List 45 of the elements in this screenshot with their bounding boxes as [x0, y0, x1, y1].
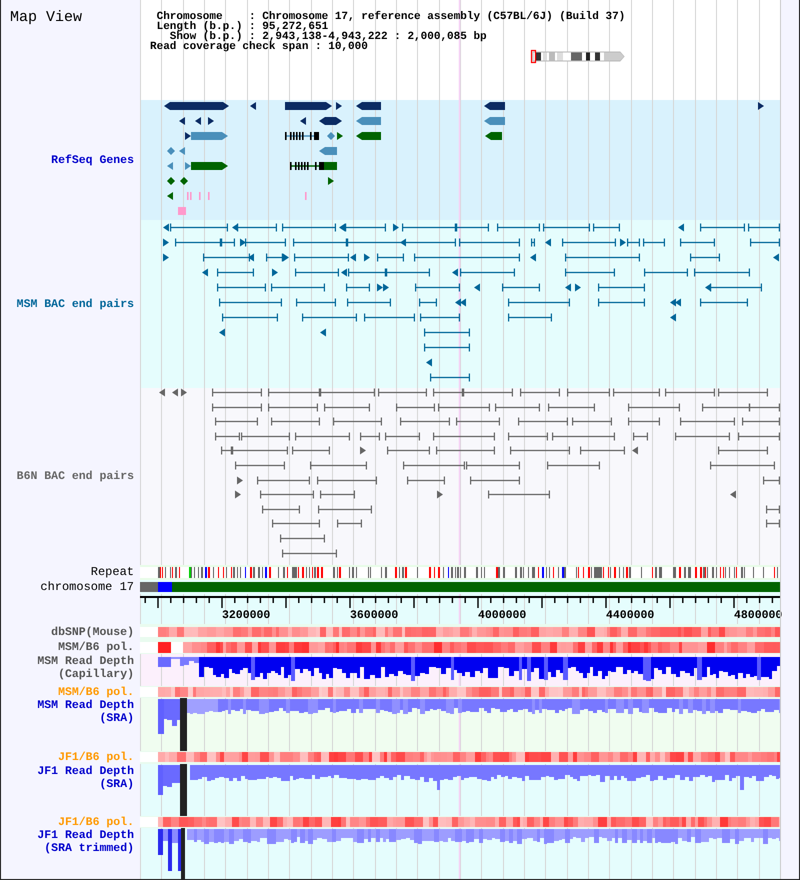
track-label: RefSeq Genes: [51, 154, 134, 166]
gene-glyph: [356, 102, 381, 110]
axis-label: 4000000: [478, 609, 526, 622]
gene-glyph: [484, 102, 505, 110]
track-label: B6N BAC end pairs: [16, 470, 134, 483]
chromosome-band: [571, 52, 582, 60]
region-marker: [530, 50, 536, 64]
track-label: chromosome 17: [40, 580, 134, 594]
track-label: JF1 Read Depth (SRA trimmed): [37, 829, 134, 855]
track-label: MSM BAC end pairs: [16, 298, 134, 310]
column-marker: [180, 698, 187, 751]
track-label: JF1/B6 pol.: [58, 816, 134, 828]
summary-line: Read coverage check span : 10,000: [150, 42, 369, 52]
gene-glyph: [484, 117, 505, 125]
gene-glyph: [356, 117, 381, 125]
axis-label: 3200000: [222, 609, 270, 622]
track-label: JF1/B6 pol.: [58, 751, 134, 764]
page-title: Map View: [10, 9, 82, 26]
gene-glyph: [285, 132, 319, 140]
summary-line: Length (b.p.) : 95,272,651: [156, 22, 328, 32]
track-label: MSM Read Depth (Capillary): [37, 655, 134, 681]
gene-glyph: [319, 147, 337, 155]
gene-glyph: [758, 102, 764, 110]
gene-glyph: [300, 117, 306, 125]
track-label: MSM Read Depth (SRA): [37, 699, 134, 725]
track-label: MSM/B6 pol.: [58, 686, 134, 698]
gene-glyph: [285, 102, 332, 110]
track-label: MSM/B6 pol.: [58, 640, 134, 654]
gene-glyph: [164, 102, 229, 110]
gene-glyph: [328, 177, 334, 185]
gene-glyph: [356, 132, 381, 140]
summary-line: Show (b.p.) : 2,943,138-4,943,222 : 2,000,085 bp: [170, 32, 488, 42]
axis-label: 4800000: [734, 609, 782, 622]
track-label: Repeat: [90, 566, 134, 579]
summary-line: Chromosome : Chromosome 17, reference assembly (C57BL/6J) (Build 37): [156, 12, 626, 22]
gene-glyph: [319, 117, 342, 125]
gene-glyph: [250, 102, 256, 110]
gene-glyph: [336, 102, 342, 110]
axis-label: 4400000: [606, 609, 654, 622]
gene-glyph: [290, 162, 337, 170]
axis-label: 3600000: [350, 609, 398, 622]
track-label: dbSNP(Mouse): [51, 626, 134, 638]
column-marker: [180, 764, 187, 816]
gene-glyph: [485, 132, 502, 140]
track-label: JF1 Read Depth (SRA): [37, 765, 134, 791]
